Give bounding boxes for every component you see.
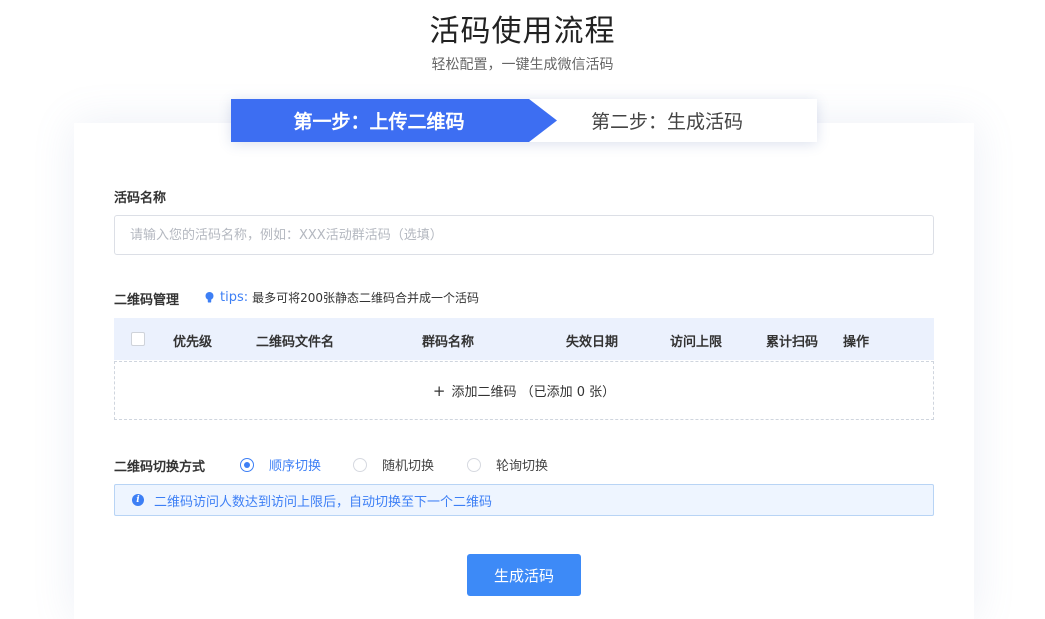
qr-table-header: 优先级 二维码文件名 群码名称 失效日期 访问上限 累计扫码 操作 [114, 318, 934, 360]
radio-circle [467, 457, 481, 472]
col-group-name: 群码名称 [422, 335, 475, 350]
radio-circle [353, 457, 367, 472]
add-qr-label: 添加二维码 （已添加 0 张） [451, 385, 616, 400]
tips-word: tips: [220, 290, 249, 305]
switch-mode-radio-group: 顺序切换 随机切换 轮询切换 [0, 455, 1045, 474]
col-expire-date: 失效日期 [566, 335, 619, 350]
add-qr-button[interactable]: + 添加二维码 （已添加 0 张） [114, 361, 934, 420]
page-title: 活码使用流程 [429, 14, 616, 49]
lightbulb-icon [205, 292, 214, 303]
col-visit-limit: 访问上限 [670, 335, 723, 350]
tips: tips: 最多可将200张静态二维码合并成一个活码 [205, 289, 479, 306]
tips-text: 最多可将200张静态二维码合并成一个活码 [252, 291, 480, 305]
page-subtitle: 轻松配置，一键生成微信活码 [431, 57, 614, 73]
step-1-current: 第一步：上传二维码 [231, 99, 557, 142]
radio-random-label: 随机切换 [382, 459, 435, 474]
col-total-scans: 累计扫码 [766, 335, 819, 350]
plus-icon: + [432, 381, 446, 400]
radio-circle-checked [240, 457, 254, 472]
radio-sequential-label: 顺序切换 [269, 459, 322, 474]
radio-roundrobin-label: 轮询切换 [496, 459, 549, 474]
select-all-checkbox[interactable] [131, 332, 145, 346]
info-text: 二维码访问人数达到访问上限后，自动切换至下一个二维码 [154, 494, 493, 510]
col-qr-filename: 二维码文件名 [256, 335, 335, 350]
col-priority: 优先级 [173, 335, 213, 350]
radio-random[interactable]: 随机切换 [353, 455, 434, 474]
info-alert: i 二维码访问人数达到访问上限后，自动切换至下一个二维码 [114, 484, 934, 516]
code-name-input[interactable] [114, 215, 934, 255]
step-indicator: 第一步：上传二维码 第二步：生成活码 [231, 99, 817, 142]
radio-roundrobin[interactable]: 轮询切换 [467, 455, 548, 474]
step-2: 第二步：生成活码 [590, 111, 743, 133]
col-actions: 操作 [843, 335, 870, 350]
generate-code-button[interactable]: 生成活码 [467, 554, 581, 596]
name-label: 活码名称 [114, 191, 167, 206]
qr-manage-label: 二维码管理 [114, 293, 180, 308]
radio-sequential[interactable]: 顺序切换 [240, 455, 321, 474]
info-icon: i [132, 494, 144, 506]
